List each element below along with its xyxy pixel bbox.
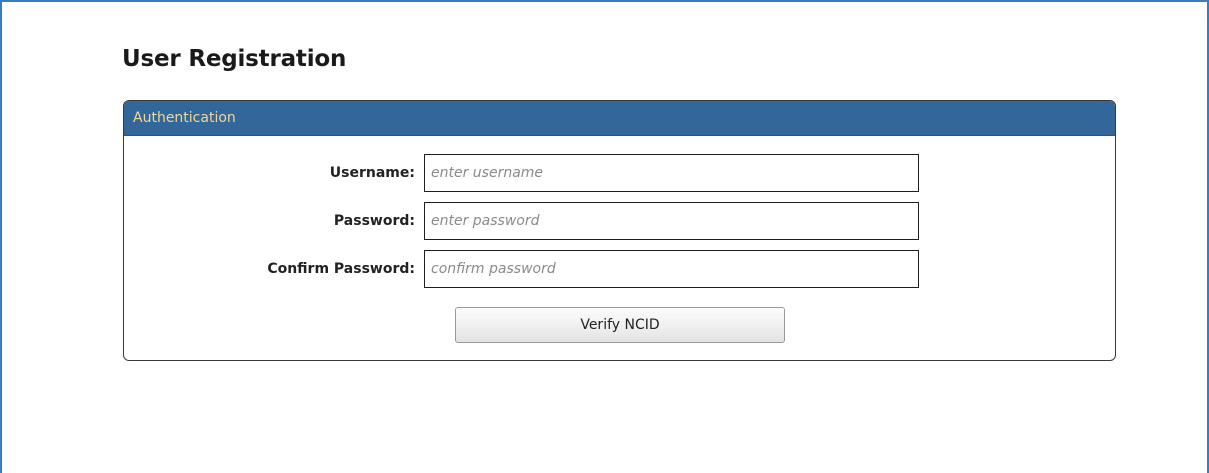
password-label: Password: [333, 213, 415, 229]
page-title: User Registration [122, 46, 347, 72]
page-frame: User Registration Authentication Usernam… [0, 0, 1209, 473]
verify-ncid-button[interactable]: Verify NCID [455, 307, 785, 343]
confirm-password-input[interactable] [424, 250, 919, 288]
authentication-panel: Authentication Username: Password: Confi… [123, 100, 1116, 361]
password-input[interactable] [424, 202, 919, 240]
username-input[interactable] [424, 154, 919, 192]
username-row: Username: [124, 154, 1115, 194]
confirm-password-row: Confirm Password: [124, 250, 1115, 290]
username-label: Username: [329, 165, 415, 181]
confirm-password-label: Confirm Password: [267, 261, 415, 277]
password-row: Password: [124, 202, 1115, 242]
panel-header: Authentication [124, 101, 1115, 136]
